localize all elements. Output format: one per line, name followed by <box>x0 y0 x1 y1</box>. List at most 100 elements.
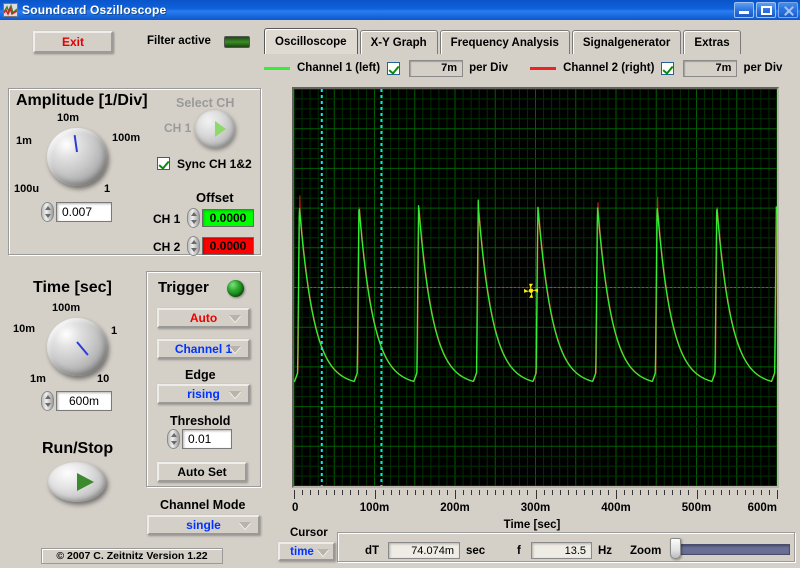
sync-ch-checkbox[interactable] <box>157 157 170 170</box>
trigger-edge-dropdown[interactable]: rising <box>157 384 250 404</box>
tab-frequency-analysis[interactable]: Frequency Analysis <box>440 30 570 54</box>
x-axis-minor-tick <box>632 490 633 495</box>
x-axis-minor-tick <box>407 490 408 495</box>
channel1-color-swatch <box>264 67 290 70</box>
plot-frame <box>292 87 779 488</box>
run-stop-button[interactable] <box>48 462 106 502</box>
channel2-per-div-label: per Div <box>743 62 782 74</box>
x-axis-minor-tick <box>729 490 730 495</box>
trigger-title: Trigger <box>158 279 209 296</box>
zoom-slider-track[interactable] <box>673 544 790 555</box>
trigger-mode-dropdown[interactable]: Auto <box>157 308 250 328</box>
amplitude-value-input[interactable]: 0.007 <box>56 202 112 222</box>
time-knob[interactable] <box>47 318 107 376</box>
oscilloscope-icon <box>3 3 18 17</box>
x-axis-minor-tick <box>326 490 327 495</box>
offset-ch2-input[interactable]: 0.0000 <box>202 237 254 255</box>
x-axis-minor-tick <box>640 490 641 495</box>
x-axis-minor-tick <box>656 490 657 495</box>
amplitude-knob-label-100u: 100u <box>14 183 39 195</box>
time-value-stepper[interactable] <box>41 391 54 411</box>
amplitude-knob-label-1m: 1m <box>16 135 32 147</box>
channel2-per-div-input[interactable]: 7m <box>683 60 737 77</box>
app-window: Soundcard Oszilloscope Exit Filter activ… <box>0 0 800 568</box>
x-axis-minor-tick <box>511 490 512 495</box>
x-axis-tick-label: 600m <box>748 502 777 514</box>
x-axis-minor-tick <box>391 490 392 495</box>
x-axis-minor-tick <box>358 490 359 495</box>
x-axis-tick-label: 300m <box>521 502 550 514</box>
close-button[interactable] <box>778 2 798 18</box>
filter-active-led[interactable] <box>224 36 250 48</box>
channel2-enable-checkbox[interactable] <box>661 62 674 75</box>
waveform-plot[interactable] <box>294 89 777 486</box>
x-axis-minor-tick <box>415 490 416 495</box>
x-axis-minor-tick <box>302 490 303 495</box>
select-ch-value: CH 1 <box>164 121 191 135</box>
x-axis-minor-tick <box>737 490 738 495</box>
amplitude-knob-label-10m: 10m <box>57 112 79 124</box>
x-axis-minor-tick <box>745 490 746 495</box>
select-ch-knob[interactable] <box>195 110 235 148</box>
trigger-mode-value: Auto <box>190 311 217 325</box>
dt-unit: sec <box>466 545 485 557</box>
zoom-slider-thumb[interactable] <box>670 538 681 559</box>
amplitude-knob[interactable] <box>47 128 107 186</box>
amplitude-title: Amplitude [1/Div] <box>16 92 148 110</box>
maximize-button[interactable] <box>756 2 776 18</box>
tab-bar: Oscilloscope X-Y Graph Frequency Analysi… <box>264 28 743 54</box>
x-axis-minor-tick <box>527 490 528 495</box>
time-value-input[interactable]: 600m <box>56 391 112 411</box>
amplitude-value-stepper[interactable] <box>41 202 54 222</box>
tab-xy-graph[interactable]: X-Y Graph <box>360 30 438 54</box>
select-ch-title: Select CH <box>176 96 234 110</box>
tab-signalgenerator[interactable]: Signalgenerator <box>572 30 682 54</box>
channel2-label: Channel 2 (right) <box>563 62 654 74</box>
auto-set-button[interactable]: Auto Set <box>157 462 247 482</box>
offset-ch2-stepper[interactable] <box>187 236 200 256</box>
x-axis-minor-tick <box>439 490 440 495</box>
x-axis-major-tick <box>455 490 456 499</box>
trigger-source-dropdown[interactable]: Channel 1 <box>157 339 250 359</box>
threshold-stepper[interactable] <box>167 429 180 449</box>
exit-button[interactable]: Exit <box>33 31 113 53</box>
x-axis-minor-tick <box>552 490 553 495</box>
oscilloscope-panel: 0100m200m300m400m500m600m Time [sec] <box>264 80 800 520</box>
channel1-per-div-input[interactable]: 7m <box>409 60 463 77</box>
threshold-input[interactable]: 0.01 <box>182 429 232 449</box>
minimize-button[interactable] <box>734 2 754 18</box>
filter-active-label: Filter active <box>147 35 211 47</box>
x-axis-minor-tick <box>479 490 480 495</box>
offset-title: Offset <box>196 190 234 205</box>
offset-ch1-stepper[interactable] <box>187 208 200 228</box>
x-axis-major-tick <box>697 490 698 499</box>
x-axis-minor-tick <box>680 490 681 495</box>
x-axis-major-tick <box>777 490 778 499</box>
x-axis-minor-tick <box>463 490 464 495</box>
x-axis-minor-tick <box>576 490 577 495</box>
x-axis-minor-tick <box>592 490 593 495</box>
x-axis-minor-tick <box>544 490 545 495</box>
channel2-color-swatch <box>530 67 556 70</box>
chevron-down-icon <box>239 522 251 529</box>
x-axis-minor-tick <box>383 490 384 495</box>
x-axis-minor-tick <box>350 490 351 495</box>
x-axis-title: Time [sec] <box>264 519 800 531</box>
x-axis-minor-tick <box>753 490 754 495</box>
offset-ch1-input[interactable]: 0.0000 <box>202 209 254 227</box>
tab-oscilloscope[interactable]: Oscilloscope <box>264 28 358 54</box>
f-value[interactable]: 13.5 <box>531 542 592 559</box>
dt-label: dT <box>365 545 379 557</box>
channel1-label: Channel 1 (left) <box>297 62 380 74</box>
tab-extras[interactable]: Extras <box>683 30 740 54</box>
dt-value[interactable]: 74.074m <box>388 542 460 559</box>
x-axis-minor-tick <box>471 490 472 495</box>
x-axis-minor-tick <box>519 490 520 495</box>
channel-mode-dropdown[interactable]: single <box>147 515 260 535</box>
cursor-mode-dropdown[interactable]: time <box>278 542 335 561</box>
channel1-enable-checkbox[interactable] <box>387 62 400 75</box>
x-axis-tick-label: 400m <box>601 502 630 514</box>
offset-ch2-tag: CH 2 <box>153 240 180 254</box>
x-axis-minor-tick <box>560 490 561 495</box>
x-axis: 0100m200m300m400m500m600m Time [sec] <box>292 490 779 520</box>
